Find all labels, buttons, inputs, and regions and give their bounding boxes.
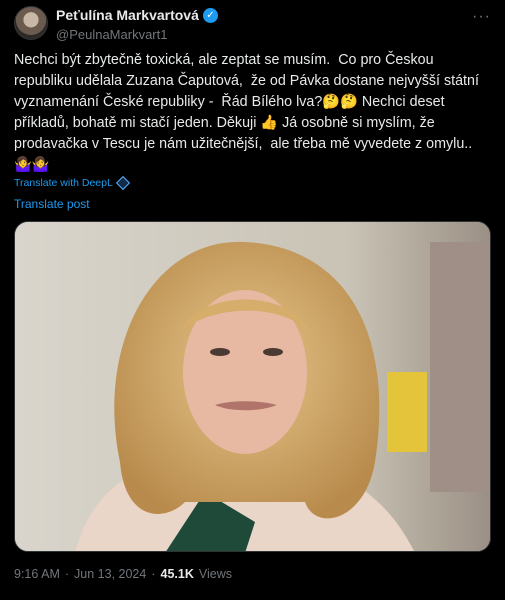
views-count[interactable]: 45.1K [161,567,194,581]
views-label: Views [198,567,232,581]
verified-badge-icon[interactable]: ✓ [202,7,218,23]
translate-deepl-label[interactable]: Translate with DeepL [14,177,113,189]
tweet-photo[interactable] [14,221,491,552]
tweet-meta: 9:16 AM · Jun 13, 2024 · 45.1K Views [14,567,232,581]
tweet-text: Nechci být zbytečně toxická, ale zeptat … [14,52,483,173]
tweet-date[interactable]: Jun 13, 2024 [74,567,146,581]
translate-deepl-link[interactable]: Translate with DeepL [14,175,130,191]
tweet-header: Peťulína Markvartová ✓ @PeulnaMarkvart1 … [14,6,491,44]
name-row: Peťulína Markvartová ✓ [56,7,218,23]
translate-post-link[interactable]: Translate post [14,197,90,211]
avatar[interactable] [14,6,48,40]
photo-portrait [15,222,490,551]
meta-separator-2: · [151,567,156,581]
user-handle[interactable]: @PeulnaMarkvart1 [56,27,167,42]
display-name[interactable]: Peťulína Markvartová [56,7,199,23]
more-options-icon[interactable]: ··· [472,8,491,26]
deepl-icon [115,175,130,191]
meta-separator: · [64,567,70,581]
tweet-time[interactable]: 9:16 AM [14,567,60,581]
